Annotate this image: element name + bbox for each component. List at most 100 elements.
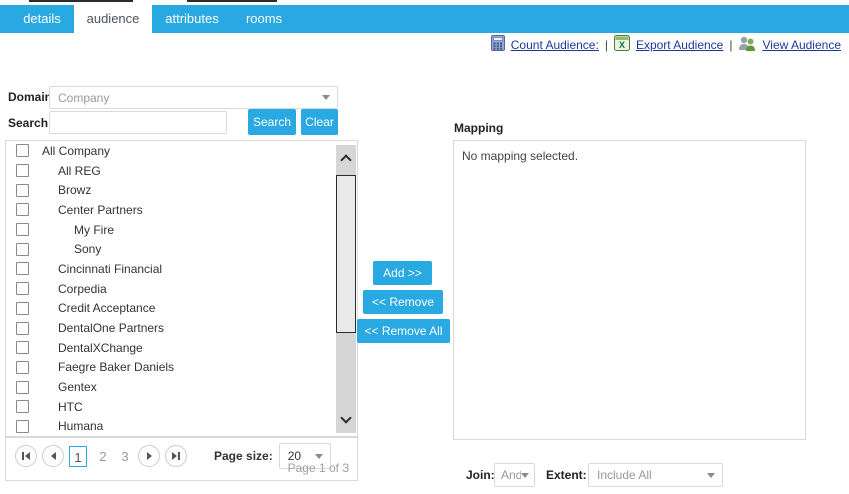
view-audience-link[interactable]: View Audience (762, 38, 841, 52)
calculator-icon (491, 35, 505, 56)
tab-rooms[interactable]: rooms (232, 5, 296, 33)
add-button[interactable]: Add >> (373, 261, 432, 285)
list-item[interactable]: DentalOne Partners (6, 318, 357, 338)
chevron-down-icon (340, 412, 351, 423)
list-item-label: Browz (58, 183, 91, 197)
next-page-icon (147, 452, 152, 460)
list-item-label: Credit Acceptance (58, 301, 155, 315)
checkbox[interactable] (16, 282, 29, 295)
list-item[interactable]: HTC (6, 397, 357, 417)
list-item-label: Cincinnati Financial (58, 262, 162, 276)
svg-text:X: X (619, 40, 625, 50)
vertical-scrollbar[interactable] (336, 145, 356, 433)
company-list: All Company All REG Browz Center Partner… (5, 140, 358, 437)
checkbox[interactable] (16, 184, 29, 197)
chevron-down-icon (315, 454, 323, 459)
list-item[interactable]: Gentex (6, 377, 357, 397)
list-item[interactable]: Center Partners (6, 200, 357, 220)
clipped-text-row (0, 0, 849, 3)
list-item-label: My Fire (74, 223, 114, 237)
list-item[interactable]: All REG (6, 161, 357, 181)
page-number-3[interactable]: 3 (116, 449, 134, 464)
extent-dropdown-value: Include All (589, 468, 707, 482)
list-item[interactable]: Cincinnati Financial (6, 259, 357, 279)
checkbox[interactable] (16, 322, 29, 335)
tab-attributes[interactable]: attributes (152, 5, 232, 33)
chevron-down-icon (521, 473, 529, 478)
checkbox[interactable] (16, 262, 29, 275)
list-item[interactable]: Faegre Baker Daniels (6, 358, 357, 378)
list-item[interactable]: DentalXChange (6, 338, 357, 358)
list-item-label: Gentex (58, 380, 97, 394)
next-page-button[interactable] (138, 445, 160, 467)
checkbox[interactable] (16, 243, 29, 256)
audience-page: details audience attributes rooms Count … (0, 0, 849, 494)
chevron-up-icon (340, 154, 351, 165)
extent-label: Extent: (546, 468, 587, 482)
excel-icon: X (614, 35, 630, 56)
list-item[interactable]: My Fire (6, 220, 357, 240)
people-icon (738, 35, 756, 56)
last-page-icon (172, 452, 177, 460)
domain-dropdown[interactable]: Company (49, 86, 338, 109)
checkbox[interactable] (16, 203, 29, 216)
list-item[interactable]: Sony (6, 239, 357, 259)
mapping-title: Mapping (454, 121, 503, 135)
list-item-label: Faegre Baker Daniels (58, 360, 174, 374)
checkbox[interactable] (16, 400, 29, 413)
list-item[interactable]: Humana (6, 417, 357, 437)
list-item[interactable]: Corpedia (6, 279, 357, 299)
page-number-1[interactable]: 1 (69, 446, 87, 467)
list-item[interactable]: Browz (6, 180, 357, 200)
list-item-label: Sony (74, 242, 101, 256)
search-input[interactable] (49, 111, 227, 134)
checkbox[interactable] (16, 381, 29, 394)
checkbox[interactable] (16, 420, 29, 433)
tab-bar: details audience attributes rooms (0, 5, 849, 33)
list-item-label: HTC (58, 400, 83, 414)
last-page-button[interactable] (165, 445, 187, 467)
pager: 1 2 3 Page size: 20 Page 1 of 3 (5, 437, 358, 481)
remove-button[interactable]: << Remove (363, 290, 443, 314)
domain-dropdown-value: Company (50, 91, 322, 105)
checkbox[interactable] (16, 144, 29, 157)
checkbox[interactable] (16, 164, 29, 177)
tab-audience[interactable]: audience (74, 5, 152, 33)
list-item-label: Corpedia (58, 282, 107, 296)
search-label: Search: (8, 116, 52, 130)
search-button[interactable]: Search (248, 109, 296, 135)
first-page-button[interactable] (15, 445, 37, 467)
join-dropdown-value: And (495, 468, 521, 482)
chevron-down-icon (707, 473, 715, 478)
checkbox[interactable] (16, 361, 29, 374)
clear-button[interactable]: Clear (301, 109, 338, 135)
extent-dropdown[interactable]: Include All (588, 463, 723, 487)
list-item-label: Center Partners (58, 203, 143, 217)
pager-status: Page 1 of 3 (288, 461, 349, 475)
join-dropdown[interactable]: And (494, 463, 535, 487)
remove-all-button[interactable]: << Remove All (357, 319, 450, 343)
page-size-label: Page size: (214, 449, 273, 463)
export-audience-link[interactable]: Export Audience (636, 38, 723, 52)
checkbox[interactable] (16, 341, 29, 354)
scroll-down-button[interactable] (336, 407, 356, 433)
mapping-empty-text: No mapping selected. (462, 149, 578, 163)
tab-details[interactable]: details (10, 5, 74, 33)
list-item-label: All Company (42, 144, 110, 158)
previous-page-button[interactable] (42, 445, 64, 467)
list-item-label: DentalOne Partners (58, 321, 164, 335)
list-item-label: DentalXChange (58, 341, 143, 355)
scroll-up-button[interactable] (336, 145, 356, 171)
list-item[interactable]: Credit Acceptance (6, 299, 357, 319)
page-number-2[interactable]: 2 (94, 449, 112, 464)
clipped-text-fragment (187, 0, 277, 2)
mapping-panel: No mapping selected. (453, 140, 806, 440)
list-item-label: Humana (58, 419, 103, 433)
list-item[interactable]: All Company (6, 141, 357, 161)
checkbox[interactable] (16, 223, 29, 236)
first-page-icon (22, 452, 24, 460)
checkbox[interactable] (16, 302, 29, 315)
scrollbar-thumb[interactable] (336, 175, 356, 333)
count-audience-link[interactable]: Count Audience: (511, 38, 599, 52)
link-separator: | (605, 38, 608, 52)
